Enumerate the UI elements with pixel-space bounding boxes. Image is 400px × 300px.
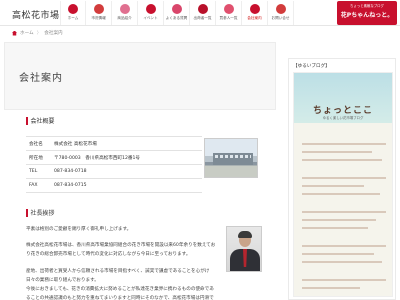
overview-heading: 会社概要 [26,116,55,125]
flower-icon [249,4,260,14]
text-line [302,151,372,153]
greeting-paragraph: 今後におきましても、花きの消費拡大に努めることが私達花き業界に携わるものの使命で… [26,287,214,300]
row-value: 〒780-0003 香川県高松市西町12番1号 [51,150,202,165]
mail-icon [275,4,286,14]
nav-label: 市況情報 [91,16,106,20]
building-shape [213,153,253,165]
nav-item-company[interactable]: 会社案内 [242,1,268,25]
sidebar-title: 【ゆるいブログ】 [293,64,330,69]
nav-item-home[interactable]: ホーム [60,1,86,25]
nav-label: よくある質問 [165,16,188,20]
main-nav: ホーム 市況情報 商品紹介 イベント よくある質問 出荷者一覧 買参人一覧 会社… [60,1,294,25]
row-key: 会社名 [26,136,51,151]
breadcrumb-current: 会社案内 [44,31,63,36]
nav-item-shippers[interactable]: 出荷者一覧 [190,1,216,25]
text-line [302,177,386,179]
text-line [302,193,380,195]
text-line [302,279,386,281]
nav-label: ホーム [67,16,79,20]
row-value: 087-834-0718 [51,164,202,179]
nav-item-buyers[interactable]: 買参人一覧 [216,1,242,25]
nav-label: イベント [143,16,158,20]
text-line [302,227,368,229]
blog-brand-subtitle: ゆるく楽しい花市場ブログ [322,116,364,120]
greeting-heading-label: 社長挨拶 [30,210,55,217]
blog-banner-image[interactable]: ちょっとここ ゆるく楽しい花市場ブログ [293,72,393,297]
table-row: 会社名 株式会社 高松花市場 [26,136,202,151]
breadcrumb-home[interactable]: ホーム [20,30,34,36]
row-value: 087-834-0715 [51,178,202,193]
nav-label: お問い合せ [271,16,290,20]
table-row: FAX 087-834-0715 [26,178,202,193]
hair-shape [238,231,252,238]
flower-icon [93,4,104,14]
flower-icon [197,4,208,14]
nav-item-products[interactable]: 商品紹介 [112,1,138,25]
president-photo [226,226,262,272]
site-header: 高松花市場 ホーム 市況情報 商品紹介 イベント よくある質問 出荷者一覧 買参… [0,0,400,26]
blog-banner[interactable]: ちょっと素敵なブログ 花Pちゃんねっと。 [337,1,397,25]
table-row: 所在地 〒780-0003 香川県高松市西町12番1号 [26,150,202,165]
text-line [302,245,386,247]
greeting-paragraph: 平素は格別のご愛顧を賜り厚く御礼申し上げます。 [26,227,132,232]
company-building-photo [204,138,258,178]
nav-item-market[interactable]: 市況情報 [86,1,112,25]
home-icon [12,30,17,36]
overview-table: 会社名 株式会社 高松花市場 所在地 〒780-0003 香川県高松市西町12番… [26,136,202,193]
heading-bar [26,116,28,125]
text-line [302,185,364,187]
sidebar: 【ゆるいブログ】 ちょっとここ ゆるく楽しい花市場ブログ [288,58,396,300]
text-line [302,219,376,221]
page-title: 会社案内 [19,73,63,84]
flower-icon [171,4,182,14]
heading-bar [26,208,28,217]
overview-heading-label: 会社概要 [30,118,55,125]
home-icon [68,4,78,14]
nav-label: 買参人一覧 [219,16,238,20]
table-row: TEL 087-834-0718 [26,164,202,179]
text-line [302,143,386,145]
text-line [302,287,360,289]
flower-icon [223,4,234,14]
text-line [302,261,382,263]
nav-item-events[interactable]: イベント [138,1,164,25]
nav-label: 会社案内 [247,16,262,20]
text-line [302,211,386,213]
banner-title: 花Pちゃんねっと。 [340,12,394,19]
nav-label: 出荷者一覧 [193,16,212,20]
row-key: TEL [26,164,51,179]
flower-icon [145,4,156,14]
banner-subtitle: ちょっと素敵なブログ [350,4,384,8]
text-line [302,159,382,161]
flower-icon [119,4,130,14]
row-key: 所在地 [26,150,51,165]
row-value: 株式会社 高松花市場 [51,136,202,151]
greeting-paragraph: 産地、出荷者と買受人から信頼される市場を目指すべく、誠実で謙虚であることを心がけ… [26,269,210,283]
text-line [302,253,374,255]
breadcrumb-separator: 〉 [36,31,42,36]
nav-item-contact[interactable]: お問い合せ [268,1,294,25]
page-title-box: 会社案内 [4,42,276,110]
site-logo[interactable]: 高松花市場 [12,8,60,21]
nav-label: 商品紹介 [117,16,132,20]
greeting-heading: 社長挨拶 [26,208,55,217]
breadcrumb: ホーム 〉 会社案内 [12,30,63,36]
greeting-paragraph: 株式会社高松花市場は、香川県高市場業協同組合の花き市場を開設以来60年余りを数え… [26,243,216,257]
row-key: FAX [26,178,51,193]
nav-item-faq[interactable]: よくある質問 [164,1,190,25]
